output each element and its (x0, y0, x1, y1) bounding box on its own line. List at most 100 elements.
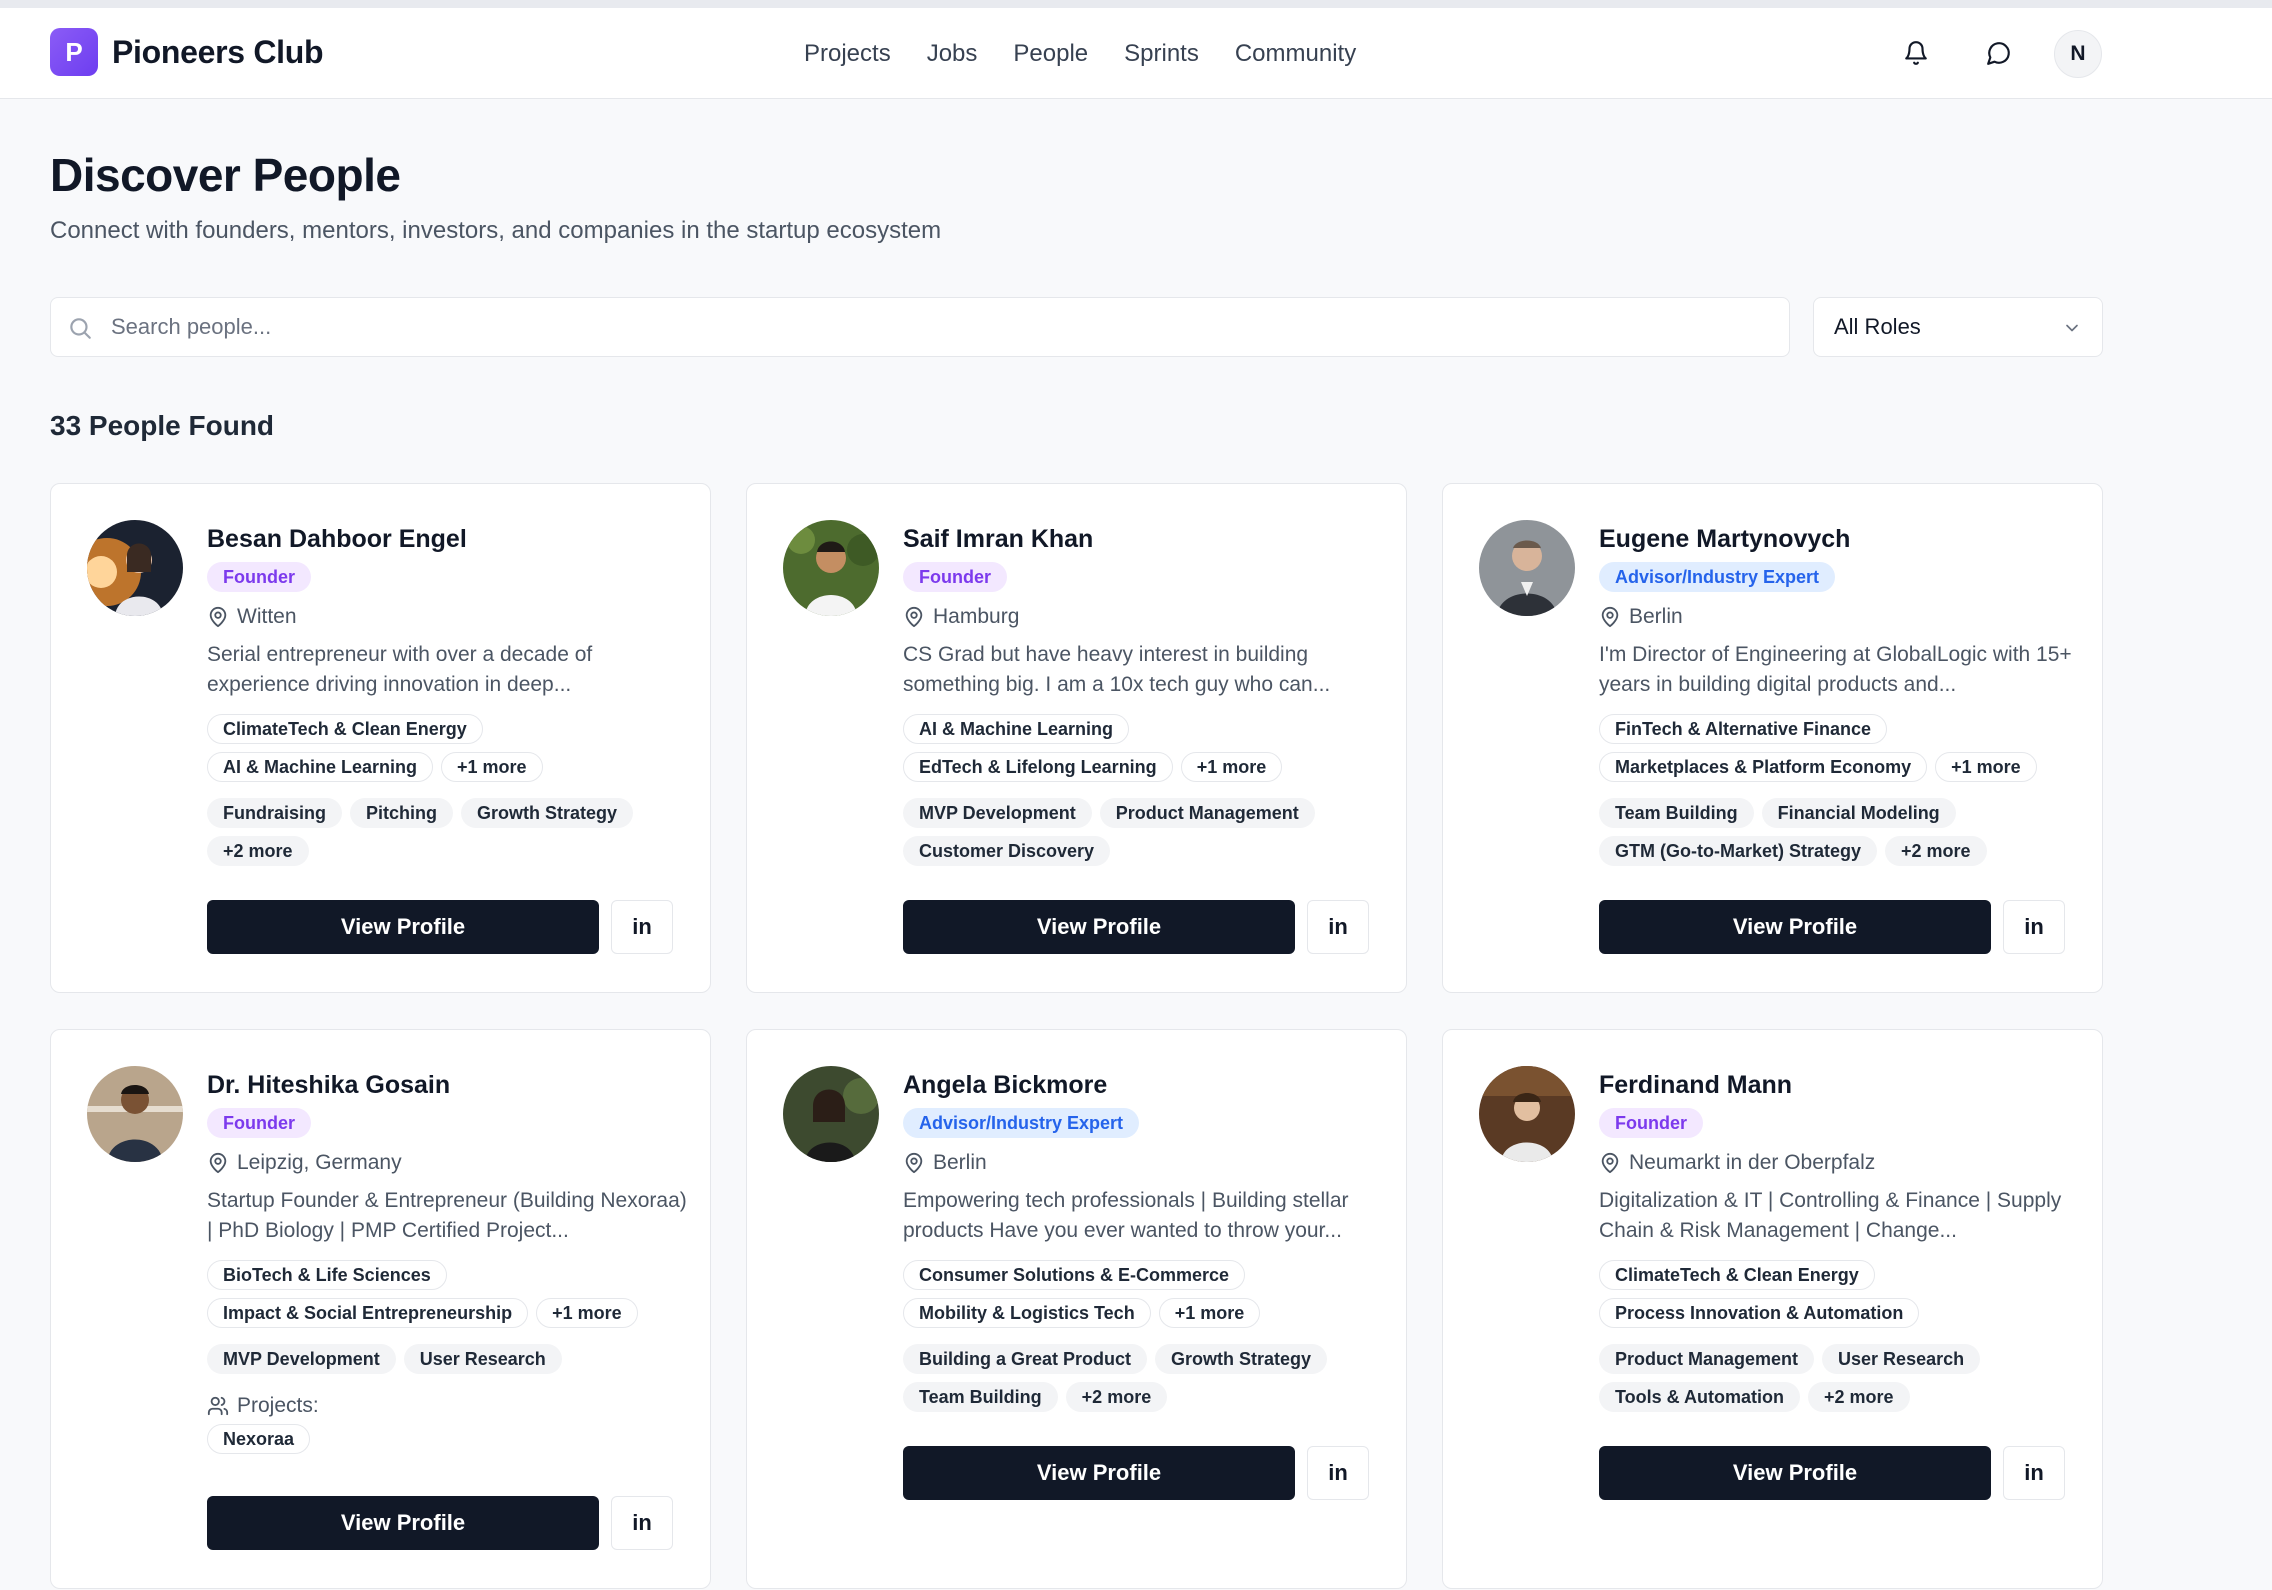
industry-tag: Impact & Social Entrepreneurship (207, 1298, 529, 1328)
search-box (50, 297, 1790, 357)
chevron-down-icon (2066, 324, 2078, 332)
bio: CS Grad but have heavy interest in build… (903, 643, 1331, 696)
top-navbar: P Pioneers Club Projects Jobs People Spr… (0, 8, 2272, 99)
role-badge: Founder (1599, 1108, 1703, 1138)
avatar[interactable] (783, 1066, 879, 1162)
role-badge: Founder (207, 1108, 311, 1138)
nav-sprints[interactable]: Sprints (1124, 40, 1199, 68)
person-name[interactable]: Dr. Hiteshika Gosain (207, 1068, 687, 1102)
view-profile-button[interactable]: View Profile (207, 1496, 599, 1550)
person-card: Ferdinand Mann Founder Neumarkt in der O… (1442, 1029, 2103, 1589)
location-text: Witten (237, 605, 297, 628)
linkedin-button[interactable]: in (2003, 1446, 2065, 1500)
skill-tag: Team Building (1599, 798, 1754, 828)
location-text: Hamburg (933, 605, 1020, 628)
view-profile-button[interactable]: View Profile (903, 900, 1295, 954)
map-pin-icon (905, 606, 923, 628)
linkedin-icon: in (2024, 914, 2044, 939)
linkedin-icon: in (632, 914, 652, 939)
skill-tag: GTM (Go-to-Market) Strategy (1599, 836, 1878, 866)
more-tag[interactable]: +2 more (1807, 1382, 1910, 1412)
more-tag[interactable]: +2 more (207, 836, 309, 866)
users-icon (207, 1396, 229, 1416)
industry-tag: ClimateTech & Clean Energy (207, 714, 483, 744)
more-tag[interactable]: +1 more (536, 1298, 638, 1328)
bio: Serial entrepreneur with over a decade o… (207, 643, 593, 696)
person-name[interactable]: Besan Dahboor Engel (207, 522, 687, 556)
location-text: Leipzig, Germany (237, 1151, 402, 1174)
skill-tag: Customer Discovery (903, 836, 1111, 866)
person-card: Saif Imran Khan Founder Hamburg CS Grad … (746, 483, 1407, 993)
nav-community[interactable]: Community (1235, 40, 1356, 68)
brand-logo[interactable]: P Pioneers Club (50, 28, 324, 76)
nav-people[interactable]: People (1013, 40, 1088, 68)
role-filter-select[interactable]: All Roles (1813, 297, 2103, 357)
user-avatar[interactable]: N (2054, 30, 2102, 78)
messages-button[interactable] (1977, 31, 2021, 75)
projects-label: Projects: (207, 1394, 687, 1418)
location: Berlin (903, 1148, 1383, 1178)
linkedin-button[interactable]: in (1307, 1446, 1369, 1500)
skill-tag: Building a Great Product (903, 1344, 1148, 1374)
role-badge: Advisor/Industry Expert (903, 1108, 1140, 1138)
more-tag[interactable]: +2 more (1065, 1382, 1168, 1412)
bell-icon (1905, 41, 1927, 65)
skill-tag: MVP Development (903, 798, 1092, 828)
bio: Empowering tech professionals | Building… (903, 1189, 1349, 1242)
more-tag[interactable]: +1 more (441, 752, 543, 782)
linkedin-icon: in (1328, 914, 1348, 939)
skill-tag: User Research (403, 1344, 562, 1374)
more-tag[interactable]: +1 more (1180, 752, 1283, 782)
industry-tag: BioTech & Life Sciences (207, 1260, 447, 1290)
industry-tag: FinTech & Alternative Finance (1599, 714, 1888, 744)
main-nav: Projects Jobs People Sprints Community (804, 8, 1392, 99)
person-name[interactable]: Angela Bickmore (903, 1068, 1383, 1102)
location-text: Berlin (933, 1151, 987, 1174)
bio: Startup Founder & Entrepreneur (Building… (207, 1189, 687, 1242)
location-text: Berlin (1629, 605, 1683, 628)
industry-tag: EdTech & Lifelong Learning (903, 752, 1173, 782)
search-input[interactable] (111, 298, 1771, 356)
view-profile-button[interactable]: View Profile (903, 1446, 1295, 1500)
role-filter-value: All Roles (1834, 314, 1921, 339)
avatar[interactable] (1479, 1066, 1575, 1162)
view-profile-button[interactable]: View Profile (207, 900, 599, 954)
person-name[interactable]: Eugene Martynovych (1599, 522, 2079, 556)
map-pin-icon (905, 1152, 923, 1174)
more-tag[interactable]: +2 more (1885, 836, 1987, 866)
notifications-button[interactable] (1894, 31, 1938, 75)
industry-tag: Mobility & Logistics Tech (903, 1298, 1151, 1328)
avatar[interactable] (783, 520, 879, 616)
location: Neumarkt in der Oberpfalz (1599, 1148, 2079, 1178)
person-name[interactable]: Ferdinand Mann (1599, 1068, 2079, 1102)
avatar[interactable] (87, 1066, 183, 1162)
linkedin-button[interactable]: in (611, 900, 673, 954)
person-card: Dr. Hiteshika Gosain Founder Leipzig, Ge… (50, 1029, 711, 1589)
location: Witten (207, 602, 687, 632)
role-badge: Advisor/Industry Expert (1599, 562, 1836, 592)
linkedin-button[interactable]: in (611, 1496, 673, 1550)
nav-jobs[interactable]: Jobs (927, 40, 978, 68)
view-profile-button[interactable]: View Profile (1599, 1446, 1991, 1500)
person-card: Besan Dahboor Engel Founder Witten Seria… (50, 483, 711, 993)
map-pin-icon (1601, 1152, 1619, 1174)
avatar[interactable] (87, 520, 183, 616)
view-profile-button[interactable]: View Profile (1599, 900, 1991, 954)
logo-mark: P (50, 28, 98, 76)
skill-tag: Product Management (1099, 798, 1315, 828)
skill-tag: User Research (1822, 1344, 1981, 1374)
page-title: Discover People (50, 149, 401, 201)
project-tag[interactable]: Nexoraa (207, 1424, 311, 1454)
map-pin-icon (209, 1152, 227, 1174)
linkedin-button[interactable]: in (2003, 900, 2065, 954)
linkedin-icon: in (1328, 1460, 1348, 1485)
more-tag[interactable]: +1 more (1935, 752, 2037, 782)
person-name[interactable]: Saif Imran Khan (903, 522, 1383, 556)
linkedin-icon: in (632, 1510, 652, 1535)
avatar[interactable] (1479, 520, 1575, 616)
skill-tag: Fundraising (207, 798, 342, 828)
linkedin-button[interactable]: in (1307, 900, 1369, 954)
more-tag[interactable]: +1 more (1158, 1298, 1261, 1328)
nav-projects[interactable]: Projects (804, 40, 891, 68)
bio: Digitalization & IT | Controlling & Fina… (1599, 1189, 2062, 1242)
